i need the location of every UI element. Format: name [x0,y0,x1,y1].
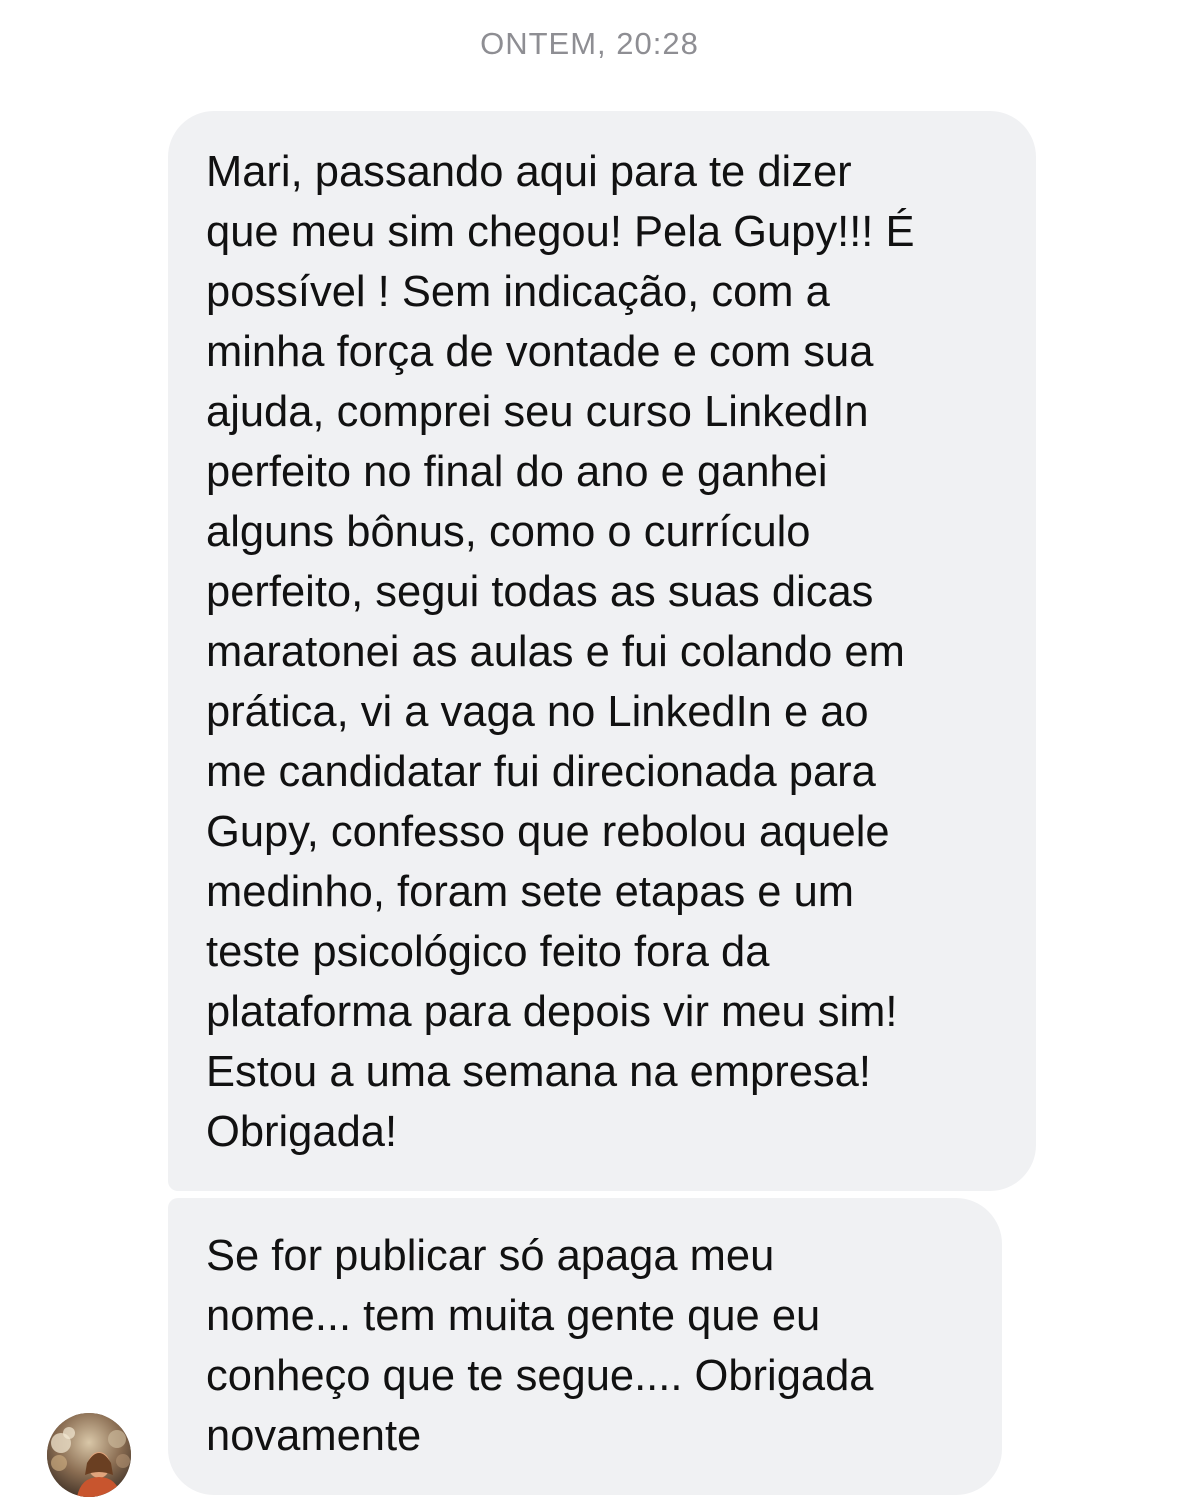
message-line: prática, vi a vaga no LinkedIn e ao [206,688,869,736]
message-line: conheço que te segue.... Obrigada [206,1352,874,1400]
message-line: minha força de vontade e com sua [206,328,874,376]
message-line: possível ! Sem indicação, com a [206,268,830,316]
message-line: que meu sim chegou! Pela Gupy!!! É [206,208,915,256]
message-line: ajuda, comprei seu curso LinkedIn [206,388,869,436]
message-line: nome... tem muita gente que eu [206,1292,821,1340]
message-line: maratonei as aulas e fui colando em [206,628,905,676]
message-bubble[interactable]: Mari, passando aqui para te dizer que me… [168,111,1036,1191]
message-line: Gupy, confesso que rebolou aquele [206,808,890,856]
message-line: teste psicológico feito fora da [206,928,770,976]
message-line: perfeito no final do ano e ganhei [206,448,828,496]
profile-photo-icon [47,1413,131,1497]
message-line: Obrigada! [206,1108,398,1156]
message-line: medinho, foram sete etapas e um [206,868,855,916]
message-line: perfeito, segui todas as suas dicas [206,568,874,616]
sender-avatar[interactable] [47,1413,131,1497]
message-line: me candidatar fui direcionada para [206,748,876,796]
message-line: alguns bônus, como o currículo [206,508,811,556]
message-line: novamente [206,1412,422,1460]
message-line: plataforma para depois vir meu sim! [206,988,898,1036]
message-timestamp: ONTEM, 20:28 [480,26,699,61]
message-line: Estou a uma semana na empresa! [206,1048,871,1096]
message-line: Mari, passando aqui para te dizer [206,148,852,196]
message-bubble[interactable]: Se for publicar só apaga meu nome... tem… [168,1198,1002,1495]
message-line: Se for publicar só apaga meu [206,1232,775,1280]
